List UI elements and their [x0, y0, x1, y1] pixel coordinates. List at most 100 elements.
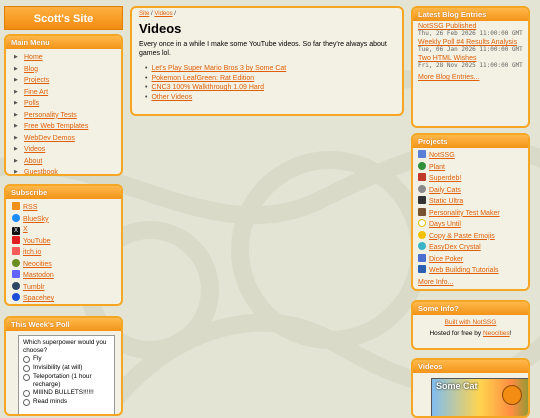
menu-item-webdev-demos[interactable]: ▶ WebDev Demos	[14, 133, 121, 145]
subscribe-item-mastodon[interactable]: Mastodon	[12, 270, 121, 282]
radio-button[interactable]	[23, 374, 30, 381]
subscribe-label[interactable]: RSS	[23, 204, 37, 211]
project-item-static-ultra[interactable]: Static Ultra	[418, 196, 528, 208]
video-list-item[interactable]: Other Videos	[145, 93, 395, 103]
subscribe-item-youtube[interactable]: YouTube	[12, 235, 121, 248]
project-label[interactable]: Static Ultra	[429, 198, 463, 205]
menu-item-guestbook[interactable]: ▶ Guestbook	[14, 167, 121, 174]
built-with-link[interactable]: Built with NotSSG	[445, 319, 497, 326]
video-link[interactable]: Let's Play Super Mario Bros 3 by Some Ca…	[151, 65, 286, 72]
poll-option[interactable]: MIIIND BULLETS!!!!!!	[23, 389, 110, 397]
built-with-line[interactable]: Built with NotSSG	[413, 319, 528, 326]
project-item-superdeb[interactable]: Superdeb!	[418, 173, 528, 185]
subscribe-label[interactable]: Spacehey	[23, 295, 54, 302]
video-link[interactable]: Pokemon LeafGreen: Rat Edition	[151, 75, 254, 82]
menu-item-label[interactable]: Personality Tests	[24, 112, 77, 119]
menu-item-about[interactable]: ▶ About	[14, 156, 121, 168]
subscribe-label[interactable]: YouTube	[23, 238, 51, 245]
project-item-easydex-crystal[interactable]: EasyDex Crystal	[418, 242, 528, 254]
project-label[interactable]: NotSSG	[429, 152, 455, 159]
video-list-item[interactable]: CNC3 100% Walkthrough 1.09 Hard	[145, 83, 395, 93]
plant-icon	[418, 161, 426, 170]
project-label[interactable]: Copy & Paste Emojis	[429, 233, 495, 240]
menu-item-label[interactable]: Free Web Templates	[24, 123, 88, 130]
radio-button[interactable]	[23, 365, 30, 372]
subscribe-item-itchio[interactable]: itch.io	[12, 247, 121, 259]
project-label[interactable]: Daily Cats	[429, 187, 461, 194]
subscribe-item-tumblr[interactable]: Tumblr	[12, 281, 121, 294]
blog-entry[interactable]: Weekly Poll #4 Results Analysis Tue, 06 …	[413, 39, 528, 53]
menu-item-home[interactable]: ▶ Home	[14, 52, 121, 64]
more-blog-entries[interactable]: More Blog Entries...	[413, 74, 528, 81]
blog-entry-link[interactable]: NotSSG Published	[418, 23, 523, 30]
radio-button[interactable]	[23, 390, 30, 397]
blog-entry-link[interactable]: Two HTML Wishes	[418, 55, 523, 62]
menu-item-label[interactable]: Blog	[24, 66, 38, 73]
menu-item-blog[interactable]: ▶ Blog	[14, 64, 121, 76]
radio-button[interactable]	[23, 356, 30, 363]
breadcrumb-site-link[interactable]: Site	[139, 11, 149, 17]
menu-item-fine-art[interactable]: ▶ Fine Art	[14, 87, 121, 99]
project-label[interactable]: EasyDex Crystal	[429, 244, 481, 251]
menu-item-videos[interactable]: ▶ Videos	[14, 144, 121, 156]
subscribe-label[interactable]: X	[23, 226, 28, 233]
video-list-item[interactable]: Let's Play Super Mario Bros 3 by Some Ca…	[145, 64, 395, 74]
blog-entry-link[interactable]: Weekly Poll #4 Results Analysis	[418, 39, 523, 46]
subscribe-item-rss[interactable]: RSS	[12, 202, 121, 214]
project-item-personality-test-maker[interactable]: Personality Test Maker	[418, 207, 528, 220]
menu-item-label[interactable]: WebDev Demos	[24, 135, 75, 142]
site-title[interactable]: Scott's Site	[4, 6, 123, 30]
video-link[interactable]: CNC3 100% Walkthrough 1.09 Hard	[151, 84, 264, 91]
blog-entry[interactable]: NotSSG Published Thu, 26 Feb 2026 11:00:…	[413, 23, 528, 37]
menu-item-personality-tests[interactable]: ▶ Personality Tests	[14, 110, 121, 122]
project-item-web-building-tutorials[interactable]: Web Building Tutorials	[418, 265, 528, 277]
hosted-by-suffix: !	[509, 330, 512, 337]
project-item-daily-cats[interactable]: Daily Cats	[418, 184, 528, 197]
neocities-link[interactable]: Neocities	[483, 330, 510, 337]
arrow-right-icon: ▶	[14, 157, 18, 164]
video-link[interactable]: Other Videos	[151, 94, 192, 101]
page-title: Videos	[139, 21, 182, 36]
subscribe-item-x[interactable]: XX	[12, 225, 121, 236]
subscribe-label[interactable]: itch.io	[23, 249, 41, 256]
menu-item-free-web-templates[interactable]: ▶ Free Web Templates	[14, 121, 121, 133]
subscribe-label[interactable]: Neocities	[23, 261, 52, 268]
menu-item-label[interactable]: About	[24, 158, 42, 165]
more-blog-entries-link[interactable]: More Blog Entries...	[418, 74, 479, 81]
poll-option[interactable]: Fly	[23, 355, 110, 363]
menu-item-label[interactable]: Home	[24, 54, 43, 61]
poll-option[interactable]: Invisibility (at will)	[23, 364, 110, 372]
menu-item-projects[interactable]: ▶ Projects	[14, 75, 121, 87]
menu-item-label[interactable]: Fine Art	[24, 89, 48, 96]
project-item-days-until[interactable]: Days Until	[418, 219, 528, 231]
project-label[interactable]: Web Building Tutorials	[429, 267, 499, 274]
breadcrumb-current-link[interactable]: Videos	[154, 11, 172, 17]
project-label[interactable]: Dice Poker	[429, 256, 463, 263]
project-label[interactable]: Days Until	[429, 221, 461, 228]
poll-option[interactable]: Teleportation (1 hour recharge)	[23, 373, 110, 388]
subscribe-label[interactable]: Mastodon	[23, 272, 54, 279]
main-menu-panel: Main Menu ▶ Home ▶ Blog ▶ Projects ▶ Fine Ar…	[4, 34, 123, 176]
subscribe-item-spacehey[interactable]: Spacehey	[12, 293, 121, 304]
project-item-copy-paste-emojis[interactable]: Copy & Paste Emojis	[418, 230, 528, 243]
project-item-plant[interactable]: Plant	[418, 161, 528, 174]
video-thumbnail[interactable]: Some Cat	[431, 378, 528, 416]
project-item-notssg[interactable]: NotSSG	[418, 150, 528, 162]
video-list-item[interactable]: Pokemon LeafGreen: Rat Edition	[145, 74, 395, 84]
blog-entry[interactable]: Two HTML Wishes Fri, 28 Nov 2025 11:00:0…	[413, 55, 528, 69]
menu-item-label[interactable]: Videos	[24, 146, 45, 153]
project-label[interactable]: Plant	[429, 164, 445, 171]
menu-item-label[interactable]: Polls	[24, 100, 39, 107]
subscribe-item-bluesky[interactable]: BlueSky	[12, 213, 121, 226]
subscribe-label[interactable]: Tumblr	[23, 284, 45, 291]
project-label[interactable]: Superdeb!	[429, 175, 461, 182]
subscribe-item-neocities[interactable]: Neocities	[12, 258, 121, 271]
project-label[interactable]: Personality Test Maker	[429, 210, 500, 217]
projects-more[interactable]: More Info...	[413, 277, 528, 288]
menu-item-polls[interactable]: ▶ Polls	[14, 98, 121, 110]
menu-item-label[interactable]: Guestbook	[24, 169, 58, 174]
menu-item-label[interactable]: Projects	[24, 77, 49, 84]
subscribe-label[interactable]: BlueSky	[23, 216, 49, 223]
projects-more-link[interactable]: More Info...	[418, 279, 453, 286]
project-item-dice-poker[interactable]: Dice Poker	[418, 253, 528, 266]
